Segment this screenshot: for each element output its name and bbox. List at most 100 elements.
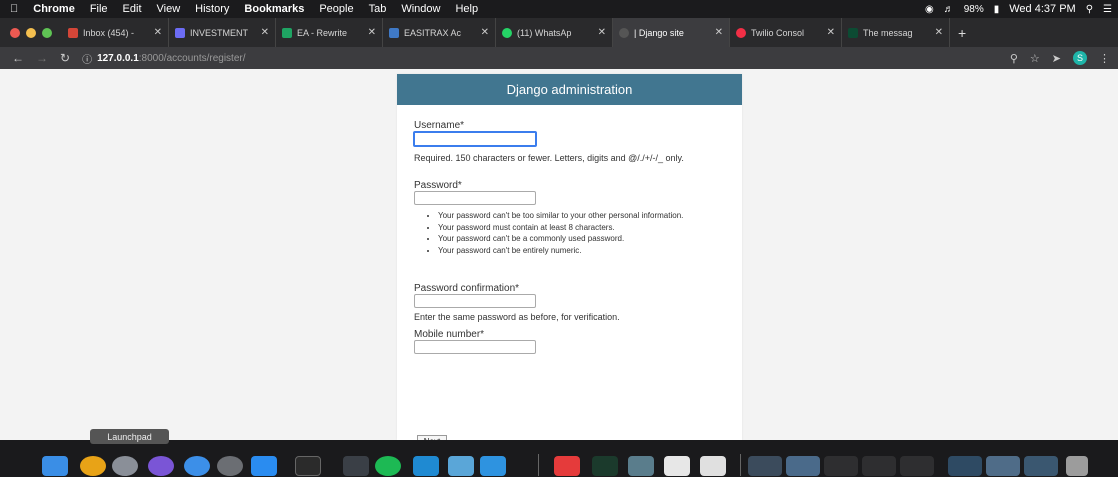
terminal-icon[interactable] — [295, 456, 321, 476]
close-tab-icon[interactable]: ✕ — [930, 27, 943, 38]
clock[interactable]: Wed 4:37 PM — [1009, 3, 1075, 15]
mac-menubar:  Chrome File Edit View History Bookmark… — [0, 0, 1118, 18]
close-tab-icon[interactable]: ✕ — [593, 27, 606, 38]
menu-chrome[interactable]: Chrome — [33, 3, 75, 15]
tab-label: EASITRAX Ac — [404, 27, 462, 38]
key-icon[interactable]: ⚲ — [1010, 52, 1018, 65]
trash-icon[interactable] — [1066, 456, 1088, 476]
django-app-icon[interactable] — [554, 456, 580, 476]
menu-tab[interactable]: Tab — [369, 3, 387, 15]
document-window-icon[interactable] — [628, 456, 654, 476]
username-input[interactable] — [413, 131, 537, 147]
document-icon — [175, 27, 185, 38]
info-icon[interactable]: ⓘ — [82, 51, 92, 66]
menu-edit[interactable]: Edit — [123, 3, 142, 15]
tab-investment[interactable]: INVESTMENT ✕ — [169, 18, 276, 47]
app-icon — [389, 27, 399, 38]
reload-icon[interactable]: ↻ — [60, 51, 70, 65]
vscode-icon[interactable] — [413, 456, 439, 476]
minimized-window-icon[interactable] — [1024, 456, 1058, 476]
activity-monitor-icon[interactable] — [592, 456, 618, 476]
password-input[interactable] — [414, 191, 536, 205]
more-menu-icon[interactable]: ⋮ — [1099, 52, 1110, 65]
tab-easitrax[interactable]: EASITRAX Ac ✕ — [383, 18, 496, 47]
tab-label: (11) WhatsAp — [517, 27, 572, 38]
new-tab-button[interactable]: + — [958, 25, 966, 41]
menu-help[interactable]: Help — [455, 3, 478, 15]
close-tab-icon[interactable]: ✕ — [149, 27, 162, 38]
url-path: :8000/accounts/register/ — [138, 52, 246, 64]
minimize-window-button[interactable] — [26, 27, 36, 38]
password-rule: Your password can't be too similar to yo… — [438, 210, 738, 222]
twilio-icon — [736, 27, 746, 38]
menu-view[interactable]: View — [157, 3, 181, 15]
minimized-window-icon[interactable] — [862, 456, 896, 476]
dock-tooltip: Launchpad — [90, 429, 169, 444]
safari-icon[interactable] — [184, 456, 210, 476]
back-arrow-icon[interactable]: ← — [12, 51, 24, 65]
minimized-window-icon[interactable] — [786, 456, 820, 476]
tab-label: Inbox (454) - — [83, 27, 135, 38]
battery-icon[interactable]: ▮ — [994, 4, 1000, 15]
dock-separator — [740, 454, 741, 476]
chrome-icon[interactable] — [80, 456, 106, 476]
minimized-window-icon[interactable] — [986, 456, 1020, 476]
tab-inbox[interactable]: Inbox (454) - ✕ — [62, 18, 169, 47]
minimized-window-icon[interactable] — [824, 456, 858, 476]
sheets-icon — [282, 27, 292, 38]
window-controls — [10, 27, 52, 38]
extension-icon[interactable]: ➤ — [1052, 52, 1061, 65]
tab-the-message[interactable]: The messag ✕ — [842, 18, 950, 47]
menu-history[interactable]: History — [195, 3, 229, 15]
menu-bookmarks[interactable]: Bookmarks — [244, 3, 304, 15]
finder-icon[interactable] — [42, 456, 68, 476]
apple-icon[interactable]:  — [10, 3, 18, 15]
wifi-icon[interactable]: ◉ — [925, 4, 934, 15]
menu-window[interactable]: Window — [401, 3, 440, 15]
spotlight-icon[interactable]: ⚲ — [1086, 4, 1093, 15]
notification-center-icon[interactable]: ☰ — [1103, 4, 1112, 15]
launchpad-icon[interactable] — [112, 456, 138, 476]
password-rules: Your password can't be too similar to yo… — [426, 210, 738, 256]
preview-icon[interactable] — [448, 456, 474, 476]
menu-file[interactable]: File — [90, 3, 108, 15]
profile-avatar[interactable]: S — [1073, 51, 1087, 65]
app-store-icon[interactable] — [251, 456, 277, 476]
tab-whatsapp[interactable]: (11) WhatsAp ✕ — [496, 18, 613, 47]
github-icon[interactable] — [343, 456, 369, 476]
password-confirm-label: Password confirmation* — [414, 283, 520, 294]
forward-arrow-icon[interactable]: → — [36, 51, 48, 65]
minimized-window-icon[interactable] — [948, 456, 982, 476]
tab-bar: Inbox (454) - ✕ INVESTMENT ✕ EA - Rewrit… — [0, 18, 1118, 47]
star-icon[interactable]: ☆ — [1030, 52, 1040, 65]
close-tab-icon[interactable]: ✕ — [822, 27, 835, 38]
tab-django-site[interactable]: | Django site ✕ — [613, 18, 730, 47]
siri-icon[interactable] — [148, 456, 174, 476]
close-tab-icon[interactable]: ✕ — [363, 27, 376, 38]
close-tab-icon[interactable]: ✕ — [476, 27, 489, 38]
menu-people[interactable]: People — [319, 3, 353, 15]
camera-icon[interactable] — [217, 456, 243, 476]
address-bar[interactable]: ⓘ 127.0.0.1:8000/accounts/register/ — [82, 49, 245, 67]
password-rule: Your password can't be entirely numeric. — [438, 245, 738, 257]
tab-ea-rewrite[interactable]: EA - Rewrite ✕ — [276, 18, 383, 47]
password-label: Password* — [414, 180, 462, 191]
maximize-window-button[interactable] — [42, 27, 52, 38]
tab-twilio[interactable]: Twilio Consol ✕ — [730, 18, 842, 47]
spotify-icon[interactable] — [375, 456, 401, 476]
close-window-button[interactable] — [10, 27, 20, 38]
password-confirm-input[interactable] — [414, 294, 536, 308]
minimized-window-icon[interactable] — [900, 456, 934, 476]
close-tab-icon[interactable]: ✕ — [256, 27, 269, 38]
text-file-icon[interactable] — [700, 456, 726, 476]
username-help: Required. 150 characters or fewer. Lette… — [414, 153, 684, 163]
close-tab-icon[interactable]: ✕ — [710, 27, 723, 38]
mobile-input[interactable] — [414, 340, 536, 354]
tab-label: Twilio Consol — [751, 27, 805, 38]
minimized-window-icon[interactable] — [748, 456, 782, 476]
volume-icon[interactable]: ♬ — [944, 4, 954, 15]
folder-icon[interactable] — [480, 456, 506, 476]
tab-label: INVESTMENT — [190, 27, 249, 38]
text-file-icon[interactable] — [664, 456, 690, 476]
mobile-label: Mobile number* — [414, 329, 485, 340]
